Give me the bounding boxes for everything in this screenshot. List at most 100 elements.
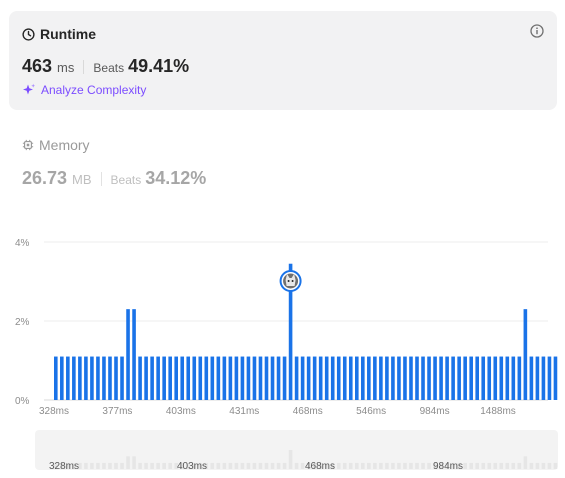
bar[interactable] bbox=[264, 356, 269, 400]
bar[interactable] bbox=[487, 356, 492, 400]
bar[interactable] bbox=[156, 356, 160, 400]
bar[interactable] bbox=[246, 356, 251, 400]
bar[interactable] bbox=[270, 356, 275, 400]
bar[interactable] bbox=[427, 356, 431, 400]
overview-bar bbox=[547, 462, 552, 469]
info-icon[interactable] bbox=[530, 24, 544, 38]
overview-bar bbox=[324, 462, 329, 469]
bar[interactable] bbox=[216, 356, 221, 400]
bar[interactable] bbox=[421, 356, 425, 400]
bar[interactable] bbox=[415, 356, 419, 400]
bar[interactable] bbox=[276, 356, 281, 400]
bar[interactable] bbox=[288, 263, 293, 400]
bar[interactable] bbox=[96, 356, 100, 400]
bar[interactable] bbox=[451, 356, 455, 400]
bar[interactable] bbox=[336, 356, 341, 400]
y-tick-label: 4% bbox=[15, 238, 30, 249]
bar[interactable] bbox=[397, 356, 401, 400]
bar[interactable] bbox=[306, 356, 311, 400]
bar[interactable] bbox=[553, 356, 558, 400]
bar[interactable] bbox=[60, 356, 64, 400]
bar[interactable] bbox=[409, 356, 413, 400]
bar[interactable] bbox=[330, 356, 335, 400]
bar[interactable] bbox=[222, 356, 227, 400]
chart-bars[interactable] bbox=[54, 263, 558, 400]
overview-bar bbox=[54, 462, 58, 469]
bar[interactable] bbox=[162, 356, 166, 400]
bar[interactable] bbox=[114, 356, 118, 400]
bar[interactable] bbox=[523, 309, 528, 400]
bar[interactable] bbox=[102, 356, 106, 400]
bar[interactable] bbox=[385, 356, 389, 400]
bar[interactable] bbox=[204, 356, 209, 400]
bar[interactable] bbox=[138, 356, 142, 400]
range-overview[interactable]: 328ms 403ms 468ms 984ms bbox=[35, 430, 558, 472]
bar[interactable] bbox=[120, 356, 124, 400]
bar[interactable] bbox=[312, 356, 317, 400]
bar[interactable] bbox=[499, 356, 504, 400]
bar[interactable] bbox=[445, 356, 449, 400]
bar[interactable] bbox=[529, 356, 534, 400]
bar[interactable] bbox=[535, 356, 540, 400]
bar[interactable] bbox=[168, 356, 172, 400]
bar[interactable] bbox=[475, 356, 479, 400]
bar[interactable] bbox=[493, 356, 498, 400]
bar[interactable] bbox=[234, 356, 239, 400]
bar[interactable] bbox=[180, 356, 185, 400]
bar[interactable] bbox=[294, 356, 299, 400]
bar[interactable] bbox=[547, 356, 552, 400]
bar[interactable] bbox=[228, 356, 233, 400]
overview-bar bbox=[517, 462, 522, 469]
bar[interactable] bbox=[198, 356, 203, 400]
bar[interactable] bbox=[324, 356, 329, 400]
bar[interactable] bbox=[78, 356, 82, 400]
bar[interactable] bbox=[252, 356, 257, 400]
bar[interactable] bbox=[367, 356, 371, 400]
bar[interactable] bbox=[318, 356, 323, 400]
runtime-beats-value: 49.41% bbox=[128, 56, 190, 76]
bar[interactable] bbox=[126, 309, 130, 400]
bar[interactable] bbox=[210, 356, 215, 400]
bar[interactable] bbox=[511, 356, 516, 400]
bar[interactable] bbox=[72, 356, 76, 400]
bar[interactable] bbox=[457, 356, 461, 400]
analyze-complexity-link[interactable]: Analyze Complexity bbox=[22, 83, 146, 97]
bar[interactable] bbox=[84, 356, 88, 400]
bar[interactable] bbox=[403, 356, 407, 400]
bar[interactable] bbox=[66, 356, 70, 400]
bar[interactable] bbox=[300, 356, 305, 400]
overview-bar bbox=[228, 462, 233, 469]
memory-stats[interactable]: 26.73 MB Beats 34.12% bbox=[22, 168, 206, 189]
memory-title[interactable]: Memory bbox=[22, 137, 90, 153]
bar[interactable] bbox=[192, 356, 197, 400]
bar[interactable] bbox=[174, 356, 178, 400]
bar[interactable] bbox=[186, 356, 191, 400]
bar[interactable] bbox=[379, 356, 383, 400]
bar[interactable] bbox=[348, 356, 353, 400]
bar[interactable] bbox=[282, 356, 287, 400]
bar[interactable] bbox=[108, 356, 112, 400]
bar[interactable] bbox=[469, 356, 473, 400]
bar[interactable] bbox=[391, 356, 395, 400]
bar[interactable] bbox=[433, 356, 437, 400]
bar[interactable] bbox=[258, 356, 263, 400]
overview-bar bbox=[198, 462, 203, 469]
bar[interactable] bbox=[463, 356, 467, 400]
bar[interactable] bbox=[54, 356, 58, 400]
bar[interactable] bbox=[481, 356, 486, 400]
overview-track[interactable] bbox=[35, 430, 558, 470]
bar[interactable] bbox=[150, 356, 154, 400]
overview-bar bbox=[168, 462, 172, 469]
bar[interactable] bbox=[144, 356, 148, 400]
bar[interactable] bbox=[541, 356, 546, 400]
bar[interactable] bbox=[517, 356, 522, 400]
bar[interactable] bbox=[342, 356, 347, 400]
bar[interactable] bbox=[90, 356, 94, 400]
bar[interactable] bbox=[505, 356, 510, 400]
bar[interactable] bbox=[373, 356, 377, 400]
bar[interactable] bbox=[439, 356, 443, 400]
bar[interactable] bbox=[240, 356, 245, 400]
bar[interactable] bbox=[355, 356, 359, 400]
bar[interactable] bbox=[132, 309, 136, 400]
bar[interactable] bbox=[361, 356, 365, 400]
